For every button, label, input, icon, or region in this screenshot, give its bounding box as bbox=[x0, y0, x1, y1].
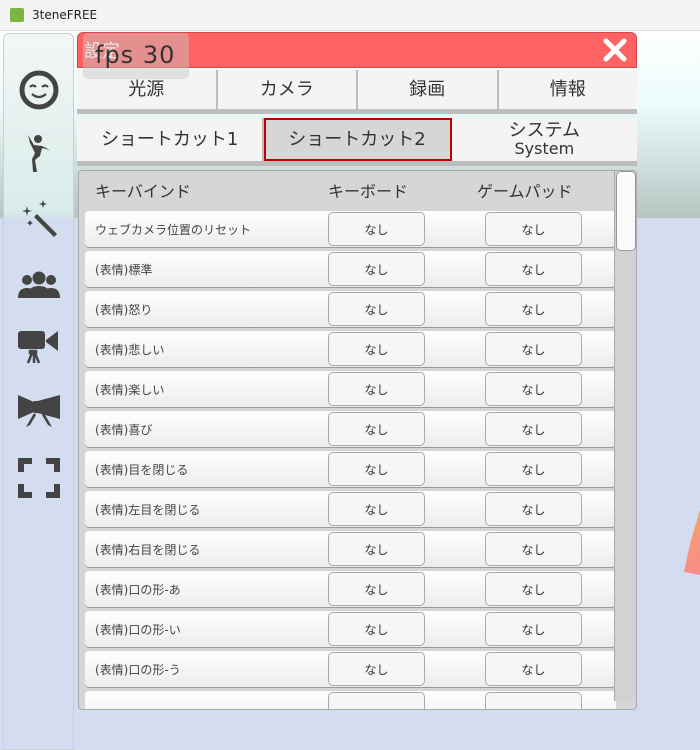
table-row: (表情)目を閉じる なし なし bbox=[85, 451, 616, 491]
gamepad-binding-button[interactable]: なし bbox=[485, 252, 582, 286]
keyboard-binding-button[interactable]: なし bbox=[328, 252, 425, 286]
gamepad-binding-button[interactable]: なし bbox=[485, 532, 582, 566]
close-icon[interactable] bbox=[602, 37, 628, 63]
tab-recording[interactable]: 録画 bbox=[358, 70, 499, 109]
app-logo-icon bbox=[10, 8, 24, 22]
table-row: (表情)悲しい なし なし bbox=[85, 331, 616, 371]
keyboard-binding-button[interactable]: なし bbox=[328, 292, 425, 326]
table-body: ウェブカメラ位置のリセット なし なし (表情)標準 なし なし (表情)怒り なし… bbox=[85, 211, 616, 709]
gamepad-binding-button[interactable]: なし bbox=[485, 612, 582, 646]
gamepad-binding-button[interactable]: なし bbox=[485, 332, 582, 366]
gamepad-binding-button[interactable]: なし bbox=[485, 572, 582, 606]
keyboard-binding-button[interactable] bbox=[328, 692, 425, 709]
tab-shortcut-1[interactable]: ショートカット1 bbox=[77, 118, 265, 161]
gamepad-binding-button[interactable]: なし bbox=[485, 212, 582, 246]
gamepad-binding-button[interactable]: なし bbox=[485, 452, 582, 486]
header-gamepad: ゲームパッド bbox=[477, 182, 573, 201]
gamepad-binding-button[interactable]: なし bbox=[485, 652, 582, 686]
keyboard-binding-button[interactable]: なし bbox=[328, 652, 425, 686]
scrollbar[interactable] bbox=[614, 171, 636, 701]
scrollbar-thumb[interactable] bbox=[616, 171, 636, 251]
tab-info[interactable]: 情報 bbox=[499, 70, 638, 109]
people-icon[interactable] bbox=[18, 264, 60, 306]
bow-icon[interactable] bbox=[18, 391, 60, 433]
gamepad-binding-button[interactable] bbox=[485, 692, 582, 709]
keyboard-binding-button[interactable]: なし bbox=[328, 612, 425, 646]
pose-icon[interactable] bbox=[18, 132, 60, 174]
title-bar: 3teneFREE bbox=[0, 0, 700, 31]
magic-wand-icon[interactable] bbox=[18, 199, 60, 241]
tab-camera[interactable]: カメラ bbox=[218, 70, 358, 109]
sidebar bbox=[3, 33, 74, 750]
table-row: (表情)口の形-う なし なし bbox=[85, 651, 616, 691]
gamepad-binding-button[interactable]: なし bbox=[485, 412, 582, 446]
keyboard-binding-button[interactable]: なし bbox=[328, 412, 425, 446]
keyboard-binding-button[interactable]: なし bbox=[328, 532, 425, 566]
keyboard-binding-button[interactable]: なし bbox=[328, 452, 425, 486]
avatar-fragment bbox=[684, 510, 700, 575]
window-title: 3teneFREE bbox=[32, 8, 98, 22]
table-row: (表情)怒り なし なし bbox=[85, 291, 616, 331]
tab-system[interactable]: システム System bbox=[452, 118, 637, 161]
tab-shortcut-2[interactable]: ショートカット2 bbox=[264, 118, 452, 161]
keyboard-binding-button[interactable]: なし bbox=[328, 572, 425, 606]
table-header: キーバインド キーボード ゲームパッド bbox=[79, 171, 616, 209]
keyboard-binding-button[interactable]: なし bbox=[328, 372, 425, 406]
keyboard-binding-button[interactable]: なし bbox=[328, 332, 425, 366]
video-camera-icon[interactable] bbox=[18, 326, 60, 368]
gamepad-binding-button[interactable]: なし bbox=[485, 292, 582, 326]
table-row: (表情)喜び なし なし bbox=[85, 411, 616, 451]
gamepad-binding-button[interactable]: なし bbox=[485, 372, 582, 406]
table-row: (表情)口の形-い なし なし bbox=[85, 611, 616, 651]
header-keyboard: キーボード bbox=[328, 182, 409, 201]
table-row bbox=[85, 691, 616, 709]
keyboard-binding-button[interactable]: なし bbox=[328, 212, 425, 246]
tab-row-sub: ショートカット1 ショートカット2 システム System bbox=[77, 118, 637, 166]
gamepad-binding-button[interactable]: なし bbox=[485, 492, 582, 526]
header-keybind: キーバインド bbox=[95, 182, 191, 201]
face-icon[interactable] bbox=[18, 69, 60, 111]
tab-system-label: システム bbox=[508, 120, 581, 141]
keyboard-binding-button[interactable]: なし bbox=[328, 492, 425, 526]
fps-counter: fps 30 bbox=[83, 33, 189, 79]
table-row: (表情)口の形-あ なし なし bbox=[85, 571, 616, 611]
table-row: (表情)楽しい なし なし bbox=[85, 371, 616, 411]
table-row: (表情)右目を閉じる なし なし bbox=[85, 531, 616, 571]
table-row: (表情)左目を閉じる なし なし bbox=[85, 491, 616, 531]
settings-dialog: 設定 光源 カメラ 録画 情報 ショートカット1 ショートカット2 システム Sy… bbox=[77, 32, 637, 710]
tab-system-sublabel: System bbox=[514, 139, 575, 158]
shortcut-table: キーバインド キーボード ゲームパッド ウェブカメラ位置のリセット なし なし(… bbox=[78, 170, 637, 710]
fullscreen-icon[interactable] bbox=[18, 457, 60, 499]
table-row: (表情)標準 なし なし bbox=[85, 251, 616, 291]
table-row: ウェブカメラ位置のリセット なし なし bbox=[85, 211, 616, 251]
